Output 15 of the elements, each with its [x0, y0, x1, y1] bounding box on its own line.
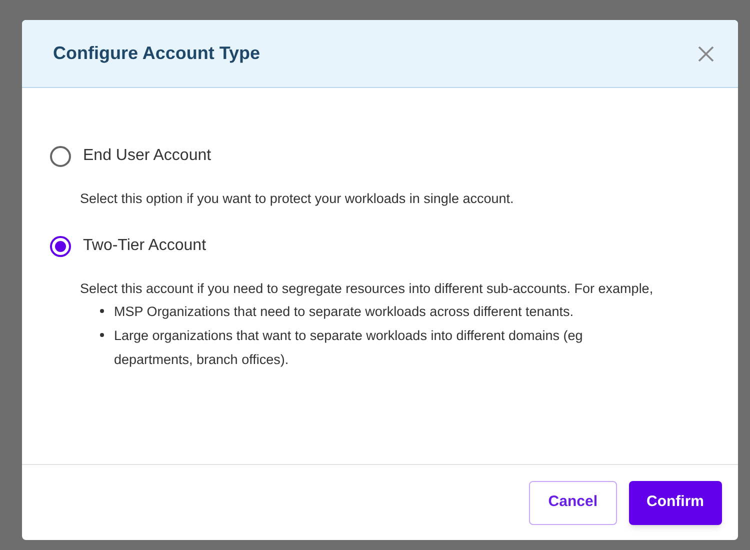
option-description: Select this option if you want to protect your workloads in single account.	[80, 190, 515, 208]
option-description: Select this account if you need to segregate resources into different sub-accounts. For example,	[80, 280, 654, 298]
bullet-text: MSP Organizations that need to separate workloads across different tenants.	[114, 303, 575, 321]
option-label[interactable]: End User Account	[83, 144, 212, 168]
close-button[interactable]	[696, 44, 716, 64]
radio-button[interactable]	[50, 236, 71, 256]
bullet-icon	[100, 333, 104, 337]
cancel-button[interactable]: Cancel	[529, 480, 616, 524]
radio-button[interactable]	[50, 146, 71, 166]
option-label[interactable]: Two-Tier Account	[83, 234, 206, 258]
dialog-title: Configure Account Type	[53, 42, 260, 65]
confirm-button[interactable]: Confirm	[628, 480, 722, 524]
bullet-icon	[100, 309, 104, 313]
close-icon	[698, 46, 714, 62]
bullet-text: Large organizations that want to separate workloads into different domains (eg departments, branch offices).	[114, 327, 584, 369]
